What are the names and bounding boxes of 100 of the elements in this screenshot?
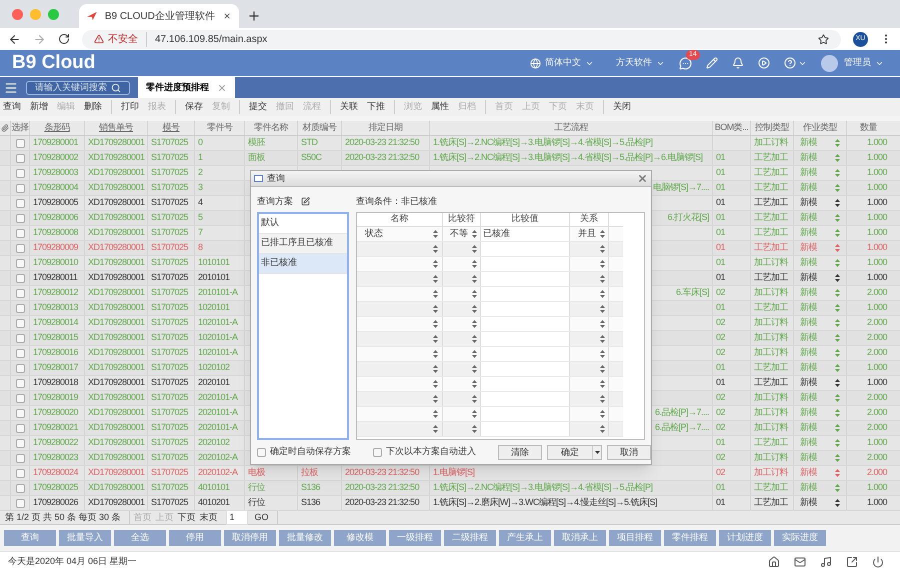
job-type-select[interactable]: 新模 <box>797 166 843 180</box>
action-button[interactable]: 实际进度 <box>774 530 826 546</box>
share-icon[interactable] <box>846 556 858 568</box>
message-icon[interactable] <box>679 56 692 70</box>
toolbar-button[interactable]: 查询 <box>3 100 21 114</box>
checkbox[interactable] <box>16 288 24 298</box>
column-header[interactable]: BOM类... <box>714 121 748 135</box>
browser-tab[interactable]: B9 CLOUD企业管理软件 <box>79 4 239 28</box>
search-field[interactable]: 请输入关键词搜索 <box>26 80 130 94</box>
job-type-select[interactable]: 新模 <box>797 451 843 465</box>
column-header[interactable]: 零件号 <box>206 121 232 135</box>
action-button[interactable]: 取消承上 <box>554 530 606 546</box>
job-type-select[interactable]: 新模 <box>797 286 843 300</box>
checkbox[interactable] <box>16 318 24 328</box>
column-header[interactable]: 选择 <box>12 121 28 135</box>
scheme-item[interactable]: 非已核准 <box>259 254 347 274</box>
job-type-select[interactable]: 新模 <box>797 361 843 375</box>
user-menu[interactable]: 管理员 <box>844 56 884 70</box>
checkbox[interactable] <box>16 258 24 268</box>
checkbox[interactable] <box>16 184 24 192</box>
job-type-select[interactable]: 新模 <box>797 436 843 450</box>
bell-icon[interactable] <box>732 57 744 69</box>
relation-select[interactable]: 并且 <box>570 226 609 241</box>
bookmark-star-icon[interactable] <box>818 34 829 44</box>
job-type-select[interactable]: 新模 <box>797 241 843 255</box>
action-button[interactable]: 修改模 <box>334 530 386 546</box>
checkbox[interactable] <box>16 334 24 342</box>
new-tab-icon[interactable] <box>247 9 261 23</box>
go-button[interactable]: GO <box>252 510 278 524</box>
action-button[interactable]: 一级排程 <box>389 530 441 546</box>
value-field[interactable] <box>481 362 570 376</box>
value-field[interactable]: 已核准 <box>481 226 570 241</box>
value-field[interactable] <box>481 242 570 256</box>
value-field[interactable] <box>481 302 570 316</box>
toolbar-button[interactable]: 提交 <box>249 100 267 114</box>
checkbox[interactable] <box>16 228 24 238</box>
page-link[interactable]: 下页 <box>178 510 196 524</box>
confirm-split-button[interactable]: 确定 <box>547 444 602 460</box>
scheme-item[interactable]: 已排工序且已核准 <box>259 234 347 254</box>
action-button[interactable]: 项目排程 <box>609 530 661 546</box>
column-header[interactable]: 材质编号 <box>302 121 336 135</box>
job-type-select[interactable]: 新模 <box>797 421 843 435</box>
value-field[interactable] <box>481 286 570 301</box>
company-menu[interactable]: 方天软件 <box>616 56 665 70</box>
play-icon[interactable] <box>758 57 770 69</box>
checkbox[interactable] <box>16 274 24 282</box>
toolbar-button[interactable]: 保存 <box>185 100 203 114</box>
back-icon[interactable] <box>8 32 21 46</box>
job-type-select[interactable]: 新模 <box>797 316 843 330</box>
value-field[interactable] <box>481 406 570 421</box>
maximize-window-control[interactable] <box>48 8 59 20</box>
job-type-select[interactable]: 新模 <box>797 301 843 315</box>
action-button[interactable]: 查询 <box>4 530 56 546</box>
job-type-select[interactable]: 新模 <box>797 406 843 420</box>
toolbar-button[interactable]: 下推 <box>367 100 385 114</box>
table-row[interactable]: 1709280025 XD1709280001 S1707025 4010101 行位 S136 2020-03-23 21:32:50 1.铣床[S]→2.NC编程[S]→3.电脑锣[S]→4.省模[S]→5.品检[P] 01 工艺加工 新模 1.000 <box>0 481 900 496</box>
clear-button[interactable]: 清除 <box>498 444 542 460</box>
action-button[interactable]: 批量导入 <box>59 530 111 546</box>
column-header[interactable]: 工艺流程 <box>554 121 588 135</box>
reload-icon[interactable] <box>58 33 70 45</box>
value-field[interactable] <box>481 392 570 406</box>
column-header[interactable]: 排定日期 <box>368 121 402 135</box>
column-header[interactable]: 模号 <box>162 121 180 135</box>
checkbox[interactable] <box>16 348 24 358</box>
checkbox[interactable] <box>16 214 24 222</box>
table-row[interactable]: 1709280002 XD1709280001 S1707025 1 面板 S50C 2020-03-23 21:32:50 1.铣床[S]→2.NC编程[S]→3.电脑锣[S]→4.省模[S]→5.品检[P]→6.电脑锣[S] 01 工艺加工 新模 1.000 <box>0 151 900 166</box>
job-type-select[interactable]: 新模 <box>797 466 843 480</box>
value-field[interactable] <box>481 256 570 271</box>
job-type-select[interactable]: 新模 <box>797 136 843 150</box>
column-header[interactable]: 条形码 <box>44 121 70 135</box>
checkbox[interactable] <box>16 394 24 402</box>
value-field[interactable] <box>481 376 570 391</box>
job-type-select[interactable]: 新模 <box>797 496 843 510</box>
search-icon[interactable] <box>111 82 121 92</box>
column-header[interactable]: 零件名称 <box>254 121 288 135</box>
forward-icon[interactable] <box>33 32 46 46</box>
name-select[interactable]: 状态 <box>357 226 443 241</box>
action-button[interactable]: 二级排程 <box>444 530 496 546</box>
help-menu[interactable] <box>784 57 807 69</box>
value-field[interactable] <box>481 422 570 436</box>
page-input[interactable]: 1 <box>226 510 248 526</box>
job-type-select[interactable]: 新模 <box>797 181 843 195</box>
checkbox[interactable] <box>16 154 24 162</box>
checkbox[interactable] <box>16 378 24 388</box>
action-button[interactable]: 全选 <box>114 530 166 546</box>
job-type-select[interactable]: 新模 <box>797 331 843 345</box>
language-menu[interactable]: 简体中文 <box>530 56 594 70</box>
checkbox[interactable] <box>16 454 24 462</box>
job-type-select[interactable]: 新模 <box>797 376 843 390</box>
action-button[interactable]: 停用 <box>169 530 221 546</box>
toolbar-button[interactable]: 属性 <box>431 100 449 114</box>
edit-icon[interactable] <box>301 197 310 206</box>
action-button[interactable]: 产生承上 <box>499 530 551 546</box>
column-header[interactable]: 数量 <box>860 121 877 135</box>
action-button[interactable]: 零件排程 <box>664 530 716 546</box>
toolbar-button[interactable]: 打印 <box>121 100 139 114</box>
job-type-select[interactable]: 新模 <box>797 391 843 405</box>
value-field[interactable] <box>481 346 570 361</box>
toolbar-button[interactable]: 新增 <box>30 100 48 114</box>
checkbox[interactable] <box>16 484 24 492</box>
